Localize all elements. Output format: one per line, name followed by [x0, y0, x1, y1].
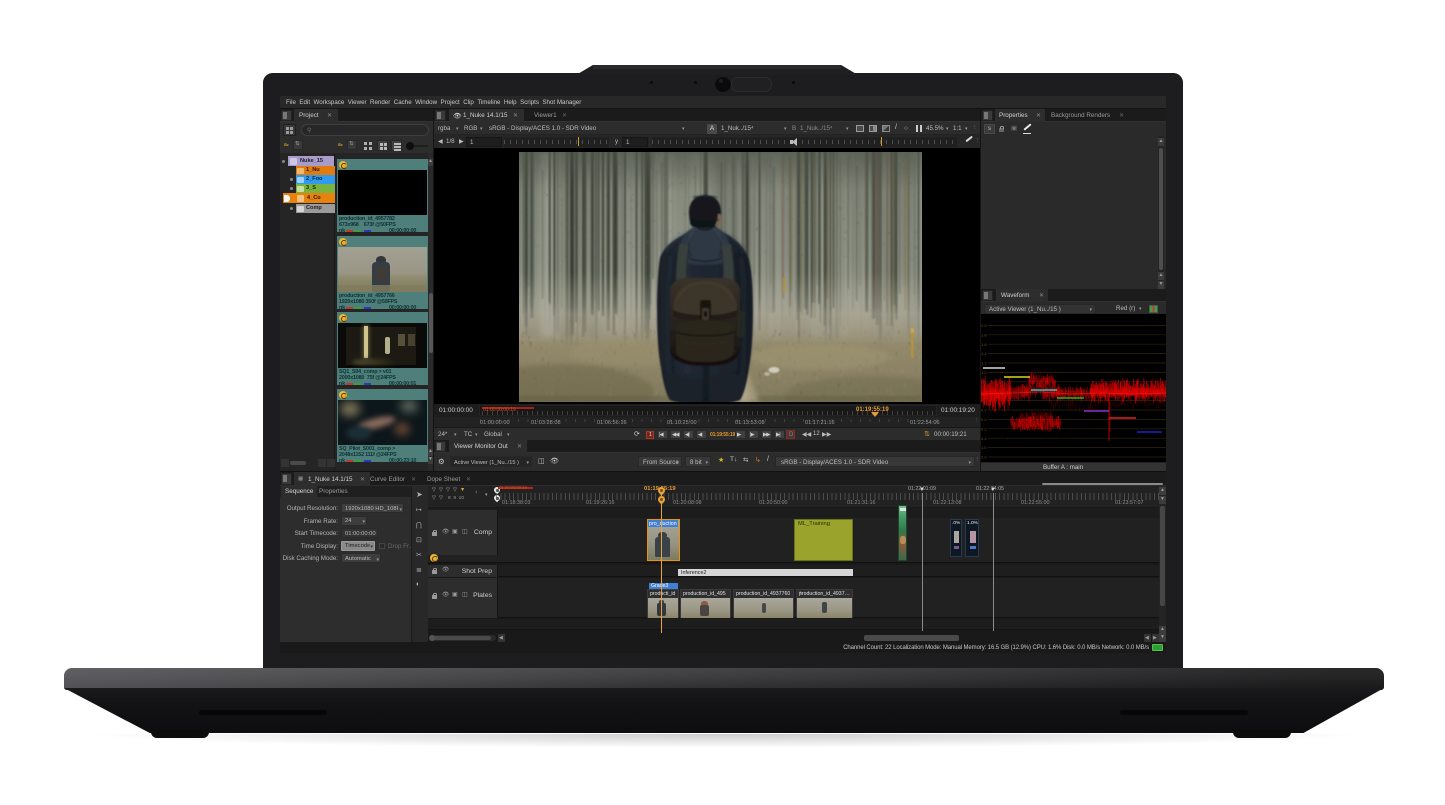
svg-text:1.8: 1.8 — [981, 332, 987, 337]
svg-text:0.4: 0.4 — [981, 436, 987, 441]
svg-text:1.2: 1.2 — [981, 361, 987, 366]
svg-text:0.0: 0.0 — [981, 417, 987, 422]
svg-text:0.2: 0.2 — [981, 408, 987, 413]
svg-text:1.4: 1.4 — [981, 351, 987, 356]
svg-text:2.0: 2.0 — [981, 455, 987, 460]
svg-text:2.0: 2.0 — [981, 323, 987, 328]
svg-text:1.0: 1.0 — [981, 370, 987, 375]
svg-text:1.6: 1.6 — [981, 342, 987, 347]
svg-text:1.0: 1.0 — [981, 445, 987, 450]
